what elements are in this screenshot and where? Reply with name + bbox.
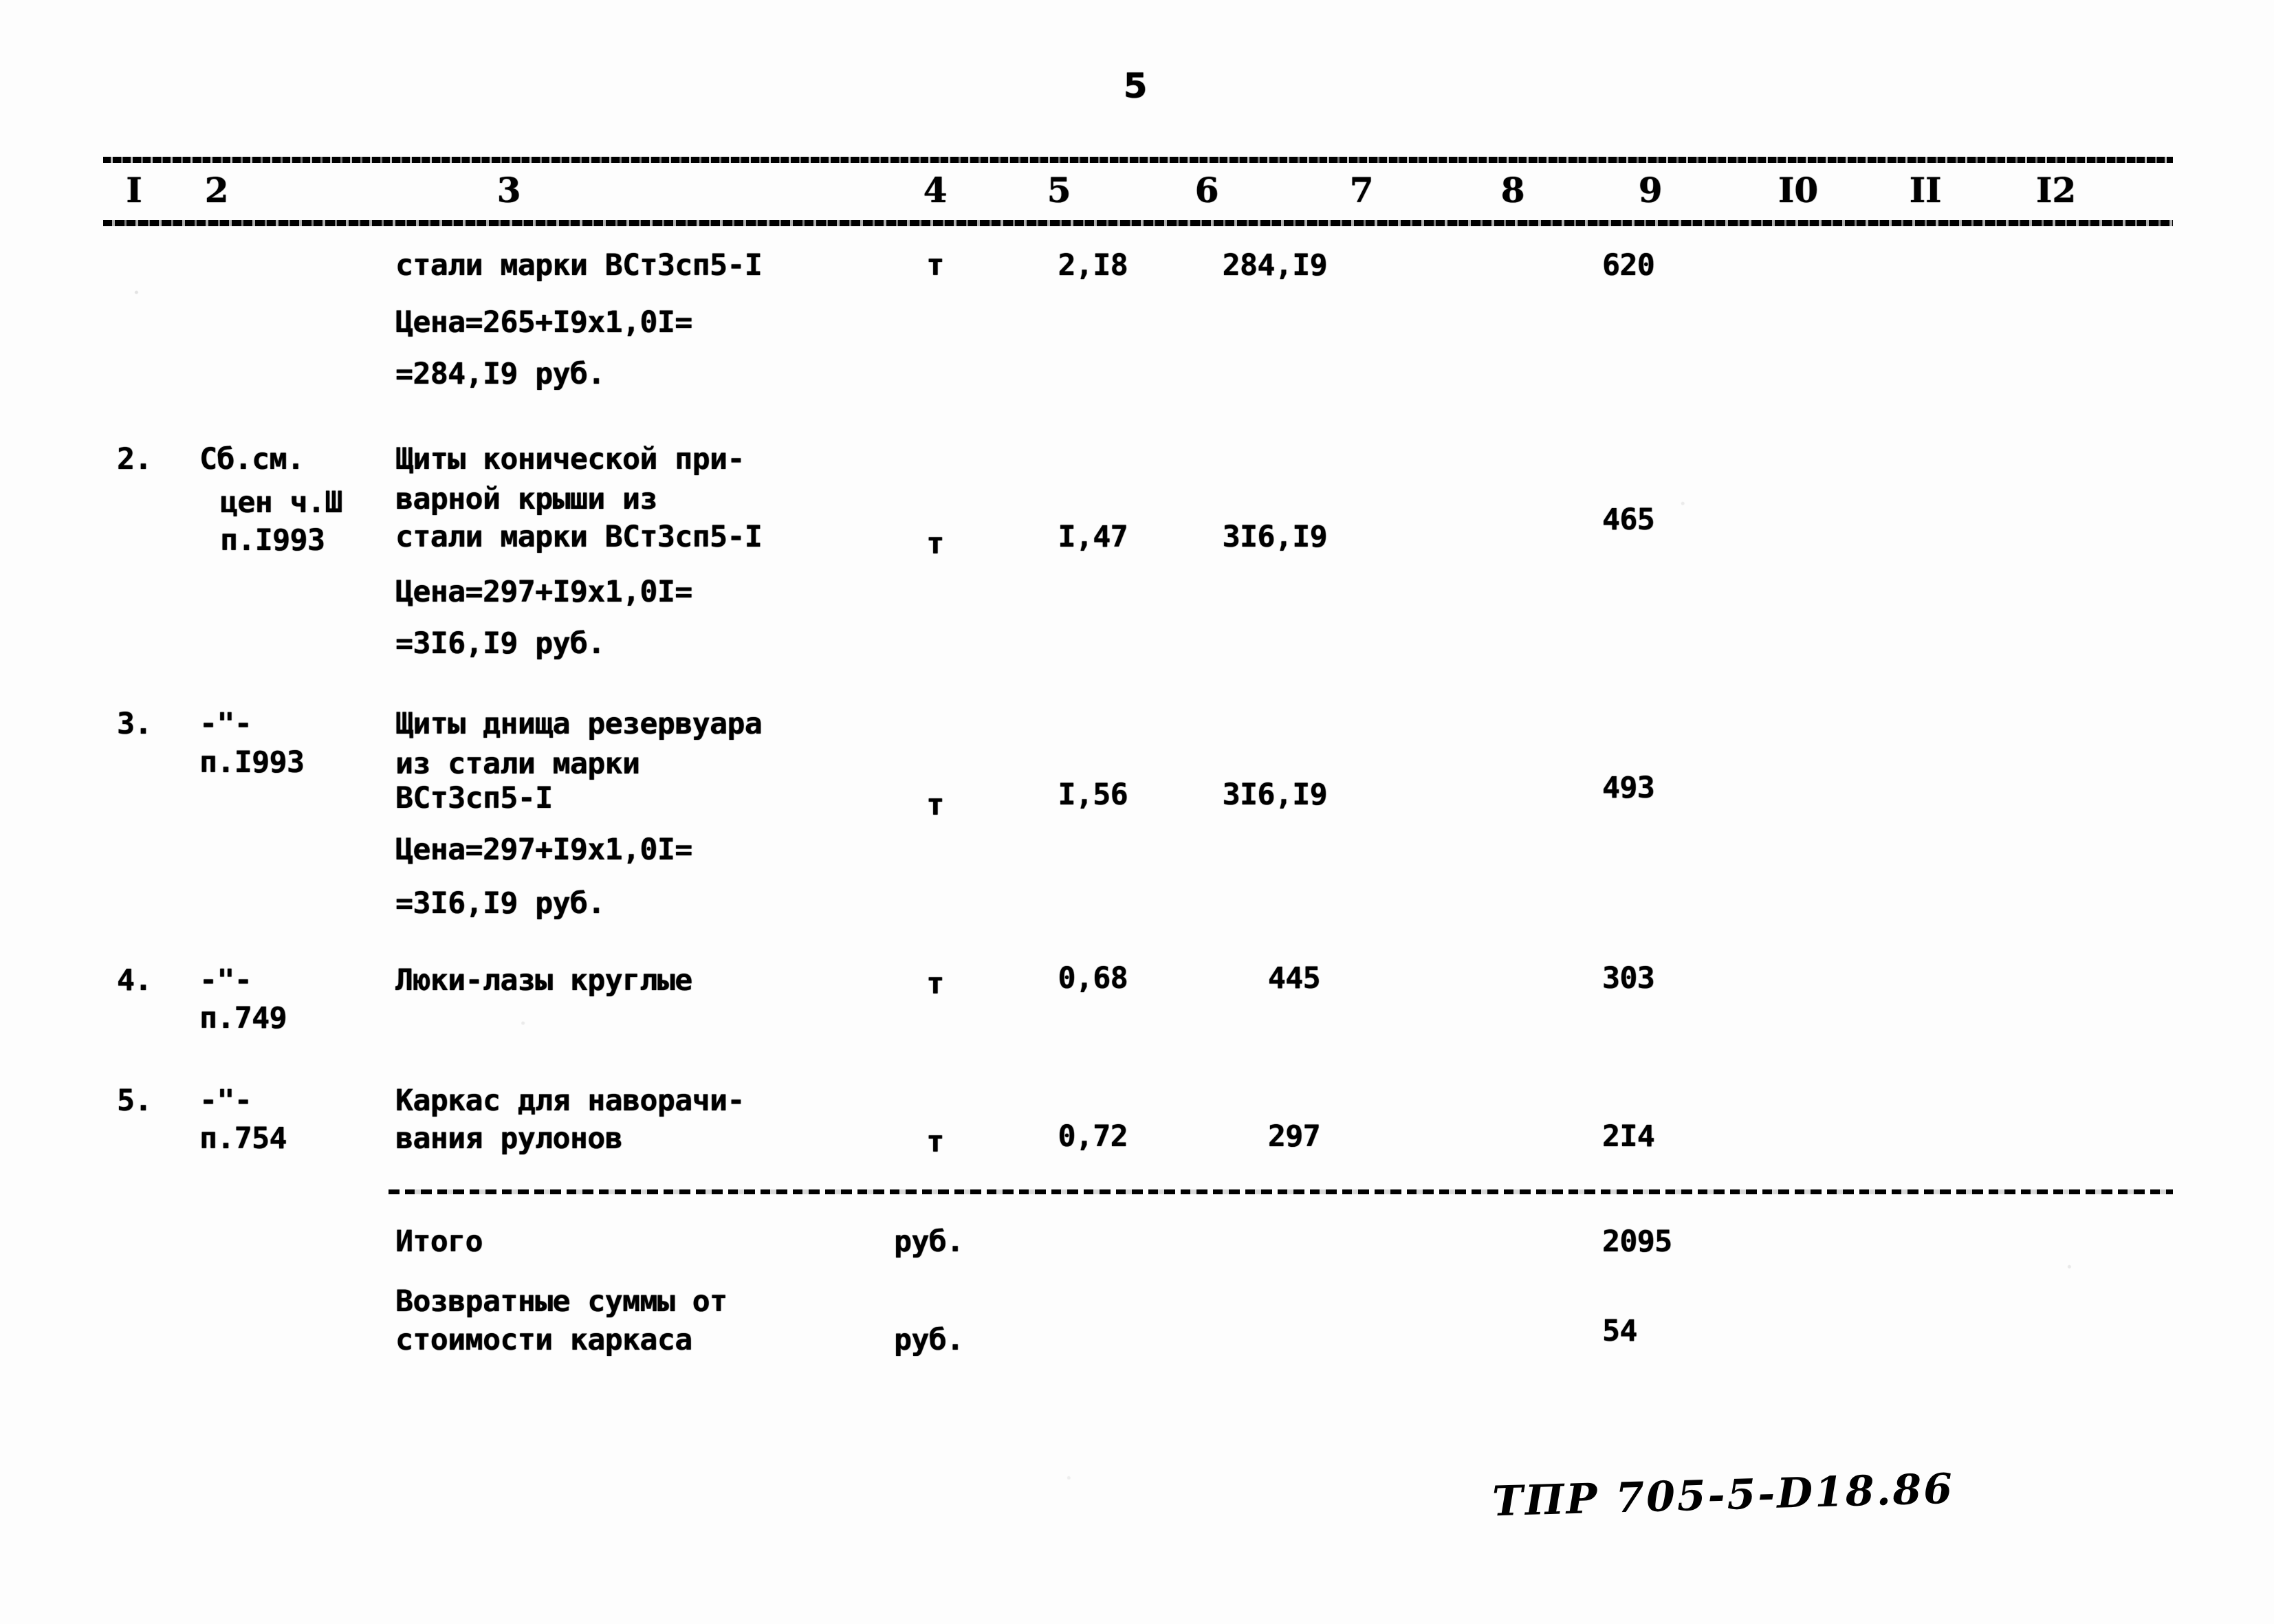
cell-unit: т (926, 1125, 944, 1159)
cell-justification: п.749 (199, 1001, 287, 1035)
cell-justification: цен ч.Ш (220, 485, 342, 520)
cell-description: стали марки ВСт3сп5-I (395, 520, 763, 554)
cell-description: стали марки ВСт3сп5-I (395, 248, 763, 283)
cell-justification: Сб.см. (199, 442, 305, 476)
summary-total: 54 (1602, 1314, 1637, 1348)
cell-row-number: 5. (117, 1084, 152, 1118)
column-header-9: 9 (1638, 170, 1663, 210)
cell-justification: п.754 (199, 1121, 287, 1156)
cell-quantity: I,56 (1058, 778, 1128, 812)
cell-justification: -"- (199, 1084, 252, 1118)
cell-description: =3I6,I9 руб. (395, 886, 605, 921)
summary-total: 2095 (1602, 1225, 1672, 1259)
cell-justification: п.I993 (199, 745, 305, 780)
summary-label: стоимости каркаса (395, 1323, 692, 1357)
column-header-6: 6 (1194, 170, 1219, 210)
cell-description: Щиты конической при- (395, 442, 745, 476)
scan-noise-overlay (0, 0, 2274, 1624)
document-page: 5 I 2 3 4 5 6 7 8 9 I0 II I2 стали марки… (0, 0, 2274, 1624)
cell-description: Каркас для наворачи- (395, 1084, 745, 1118)
totals-separator-rule (389, 1189, 2173, 1194)
cell-description: Щиты днища резервуара (395, 707, 763, 741)
cell-description: =3I6,I9 руб. (395, 626, 605, 661)
cell-unit-price: 284,I9 (1222, 248, 1328, 283)
cell-quantity: 2,I8 (1058, 248, 1128, 283)
column-header-5: 5 (1047, 170, 1071, 210)
cell-row-number: 2. (117, 442, 152, 476)
cell-description: ВСт3сп5-I (395, 781, 553, 815)
summary-label: Итого (395, 1225, 483, 1259)
cell-justification: п.I993 (220, 523, 325, 558)
column-header-11: II (1909, 170, 1942, 210)
column-header-3: 3 (496, 170, 521, 210)
page-number: 5 (1123, 66, 1148, 106)
cell-total: 620 (1602, 248, 1655, 283)
cell-quantity: 0,72 (1058, 1119, 1128, 1154)
footer-document-code: ТПР 705-5-D18.86 (1491, 1464, 1955, 1526)
column-header-4: 4 (923, 170, 948, 210)
cell-description: Цена=297+I9x1,0I= (395, 833, 692, 867)
cell-description: варной крыши из (395, 482, 657, 516)
cell-unit-price: 297 (1267, 1119, 1321, 1154)
cell-unit: т (926, 967, 944, 1001)
cell-unit: т (926, 788, 944, 822)
table-header-rule (103, 220, 2173, 226)
column-header-2: 2 (204, 170, 229, 210)
cell-total: 2I4 (1602, 1119, 1655, 1154)
cell-unit-price: 445 (1267, 961, 1321, 996)
summary-unit: руб. (894, 1323, 964, 1357)
cell-justification: -"- (199, 963, 252, 998)
summary-unit: руб. (894, 1225, 964, 1259)
cell-row-number: 3. (117, 707, 152, 741)
cell-unit: т (926, 248, 944, 283)
cell-description: Люки-лазы круглые (395, 963, 692, 998)
column-header-8: 8 (1500, 170, 1525, 210)
summary-label: Возвратные суммы от (395, 1284, 728, 1319)
cell-unit-price: 3I6,I9 (1222, 778, 1328, 812)
cell-total: 493 (1602, 771, 1655, 805)
column-header-12: I2 (2035, 170, 2077, 210)
cell-description: =284,I9 руб. (395, 357, 605, 391)
cell-justification: -"- (199, 707, 252, 741)
column-header-1: I (126, 170, 142, 210)
cell-unit: т (926, 527, 944, 561)
cell-description: Цена=265+I9x1,0I= (395, 305, 692, 340)
column-header-7: 7 (1349, 170, 1374, 210)
cell-row-number: 4. (117, 963, 152, 998)
column-header-10: I0 (1778, 170, 1819, 210)
table-top-rule (103, 157, 2173, 163)
cell-quantity: I,47 (1058, 520, 1128, 554)
cell-description: Цена=297+I9x1,0I= (395, 575, 692, 609)
cell-unit-price: 3I6,I9 (1222, 520, 1328, 554)
cell-description: вания рулонов (395, 1121, 623, 1156)
cell-total: 303 (1602, 961, 1655, 996)
cell-total: 465 (1602, 503, 1655, 537)
cell-quantity: 0,68 (1058, 961, 1128, 996)
